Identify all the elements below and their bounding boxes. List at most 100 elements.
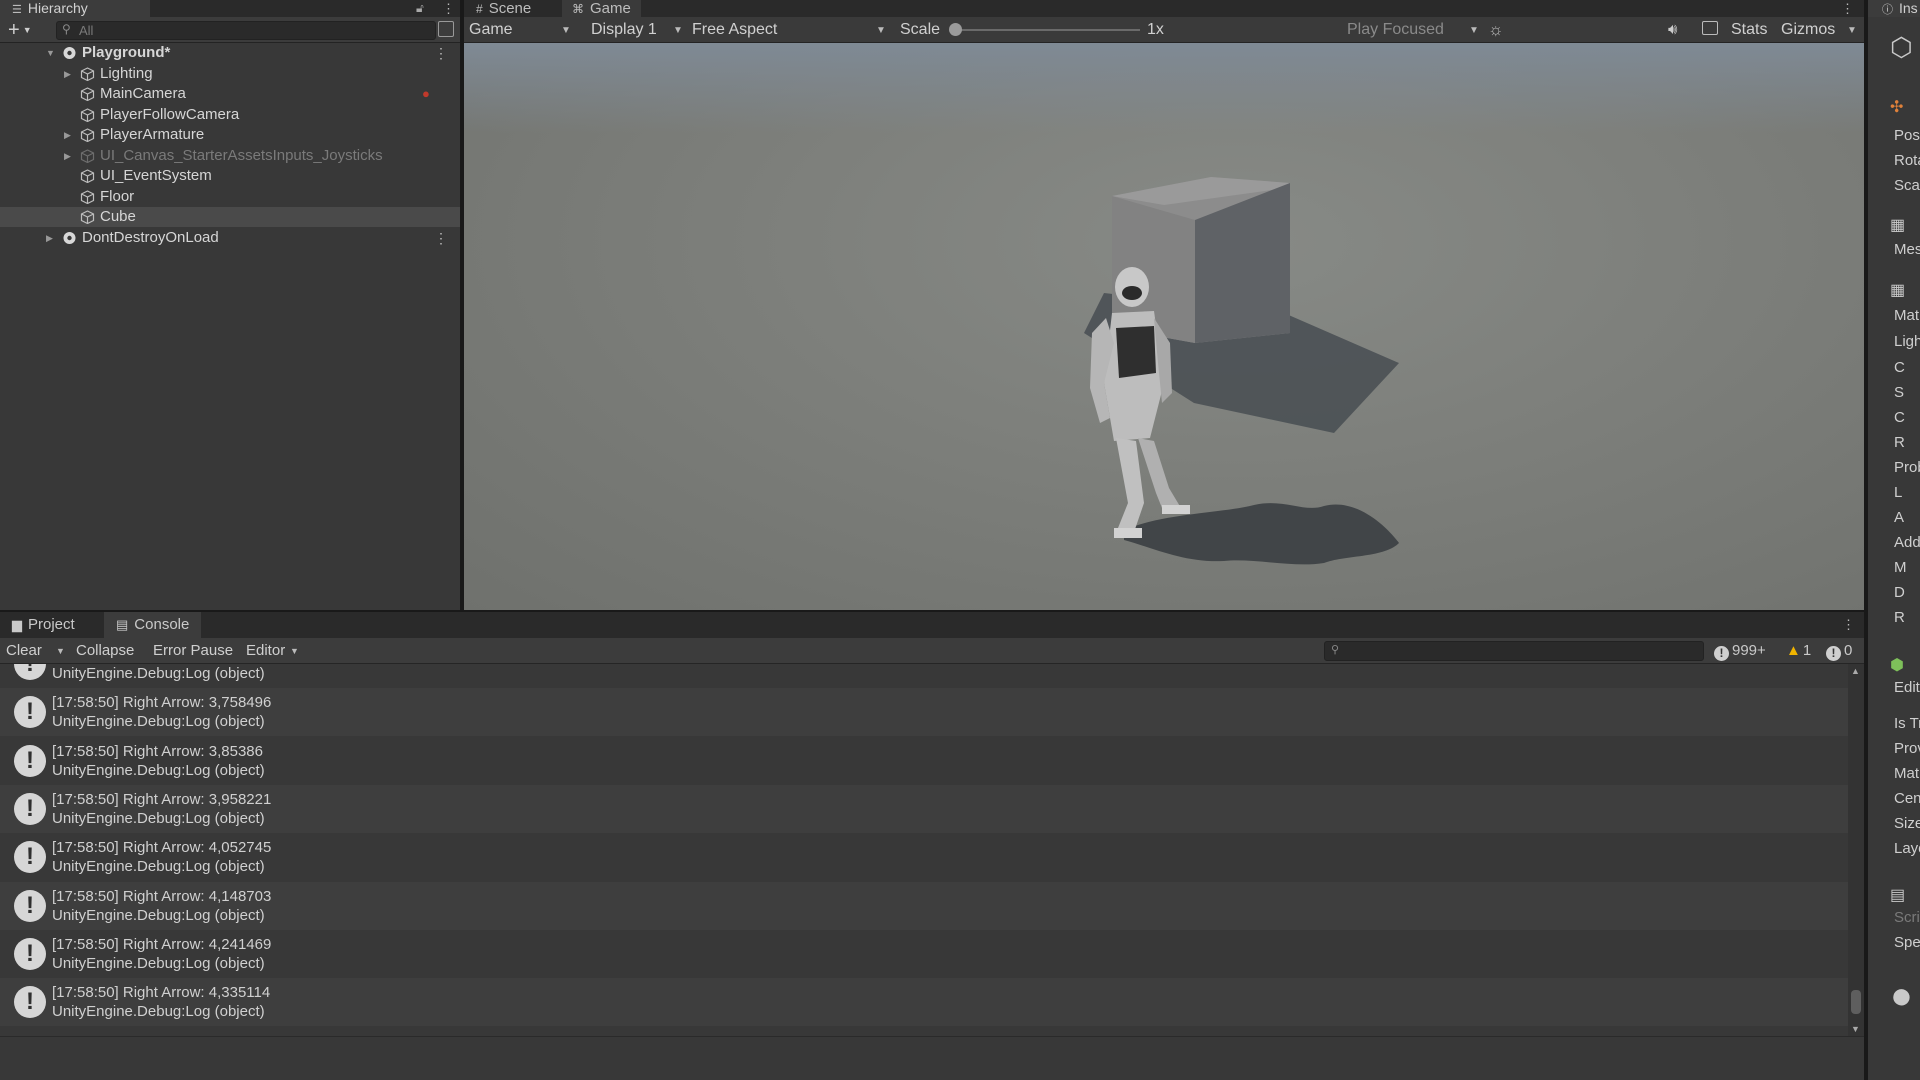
hierarchy-item-label: PlayerArmature (100, 126, 205, 143)
inspector-field-label: M (1894, 559, 1907, 576)
tab-inspector[interactable]: ⓘ Ins (1868, 0, 1920, 17)
inspector-field-label: Posi (1894, 127, 1920, 144)
stats-button[interactable]: Stats (1731, 19, 1767, 41)
console-log-entry[interactable]: ! [17:58:50] Right Arrow: 4,148703 UnityEn… (0, 881, 1848, 930)
play-mode-dropdown[interactable]: Play Focused ▼ (1347, 19, 1479, 41)
speaker-icon[interactable]: 🔊︎ (1668, 21, 1677, 38)
log-message: [17:58:50] Right Arrow: 3,85386 (52, 742, 263, 760)
console-log-entry[interactable]: ! [17:58:50] Right Arrow: 3,958221 UnityEn… (0, 784, 1848, 833)
hierarchy-item[interactable]: ▼ Playground* ⋮ (0, 43, 460, 63)
inspector-field-label: Is Tr (1894, 715, 1920, 732)
clear-button[interactable]: Clear ▼ (6, 638, 68, 664)
scene-menu-button[interactable]: ⋮ (434, 43, 448, 63)
gameobject-icon (80, 189, 95, 204)
hierarchy-item[interactable]: MainCamera ● (0, 84, 460, 104)
scale-slider-handle[interactable] (949, 23, 962, 36)
tab-project[interactable]: ▆ Project (0, 612, 87, 638)
hierarchy-item-label: UI_EventSystem (100, 167, 212, 184)
chevron-down-icon: ▼ (56, 646, 65, 656)
inspector-field-label: C (1894, 359, 1905, 376)
inspector-field-label: Size (1894, 815, 1920, 832)
gizmos-label: Gizmos (1781, 21, 1836, 38)
hierarchy-tab-label: Hierarchy (27, 0, 88, 16)
console-search-input[interactable]: ⚲ (1324, 641, 1704, 661)
console-scrollbar[interactable]: ▲ ▼ (1848, 664, 1864, 1036)
console-log-entry[interactable]: ! [17:58:50] Right Arrow: 3,758496 UnityEn… (0, 688, 1848, 737)
scroll-down-icon: ▼ (1851, 1024, 1860, 1034)
tab-hierarchy[interactable]: ☰ Hierarchy (0, 0, 150, 17)
log-message: [17:58:50] Right Arrow: 4,148703 (52, 887, 272, 905)
hierarchy-item[interactable]: ▶ PlayerArmature (0, 125, 460, 145)
console-log-entry[interactable]: ! [17:58:50] Right Arrow: 3,85386 UnityEng… (0, 737, 1848, 785)
info-message-icon: ! (14, 696, 46, 729)
info-icon: ⓘ (1882, 4, 1893, 16)
inspector-field-label: C (1894, 409, 1905, 426)
aspect-dropdown[interactable]: Free Aspect ▼ (692, 19, 888, 41)
collapse-arrow-icon[interactable]: ▶ (64, 125, 71, 145)
log-count-toggle[interactable]: ! 999+ (1714, 638, 1766, 664)
status-bar (0, 1036, 1864, 1080)
hierarchy-search-input[interactable]: All (56, 21, 436, 40)
game-mode-dropdown[interactable]: Game ▼ (469, 19, 573, 41)
console-menu-button[interactable]: ⋮ (1842, 614, 1855, 636)
tab-game[interactable]: ⌘ Game (562, 0, 641, 17)
collapse-arrow-icon[interactable]: ▶ (46, 228, 53, 248)
console-scrollbar-thumb[interactable] (1851, 990, 1861, 1014)
error-count-toggle[interactable]: ! 0 (1826, 638, 1852, 664)
collapse-button[interactable]: Collapse (76, 638, 134, 664)
log-stack-trace: UnityEngine.Debug:Log (object) (52, 665, 265, 682)
info-message-icon: ! (14, 937, 46, 970)
bottom-tab-bar (0, 612, 1864, 638)
info-message-icon: ! (14, 889, 46, 922)
hierarchy-item[interactable]: ▶ Lighting (0, 64, 460, 84)
inspector-field-label: D (1894, 584, 1905, 601)
editor-dropdown[interactable]: Editor ▼ (246, 638, 304, 664)
hierarchy-item[interactable]: PlayerFollowCamera (0, 105, 460, 125)
log-stack-trace: UnityEngine.Debug:Log (object) (52, 1003, 265, 1021)
collapse-arrow-icon[interactable]: ▶ (64, 146, 71, 166)
hierarchy-item-label: MainCamera (100, 85, 186, 102)
expand-arrow-icon[interactable]: ▼ (46, 43, 55, 63)
display-dropdown[interactable]: Display 1 ▼ (591, 19, 683, 41)
error-pause-button[interactable]: Error Pause (153, 638, 233, 664)
error-count: 0 (1844, 642, 1853, 659)
console-log-entry[interactable]: ![17:58:50] Right Arrow: 3,664630UnityEn… (0, 664, 1848, 688)
tab-console[interactable]: ▤ Console (104, 612, 202, 638)
box-collider-icon: ⬢ (1890, 657, 1904, 674)
game-viewport[interactable] (464, 43, 1864, 610)
tab-project-label: Project (28, 616, 75, 633)
gizmos-dropdown[interactable]: Gizmos ▼ (1781, 19, 1857, 41)
hierarchy-item[interactable]: Floor (0, 187, 460, 207)
console-log-list: ![17:58:50] Right Arrow: 3,664630UnityEn… (0, 664, 1848, 1036)
scene-menu-button[interactable]: ⋮ (434, 228, 448, 248)
add-object-button[interactable]: + ▼ (8, 20, 32, 40)
log-message: [17:58:50] Right Arrow: 4,241469 (52, 935, 272, 953)
hierarchy-item[interactable]: UI_EventSystem (0, 166, 460, 186)
lock-icon[interactable]: 🔓︎ (416, 0, 424, 17)
hierarchy-menu-button[interactable]: ⋮ (442, 0, 455, 17)
tab-scene[interactable]: # Scene (466, 0, 541, 17)
inspector-field-label: Sca (1894, 177, 1920, 194)
scroll-up-icon: ▲ (1851, 666, 1860, 676)
collapse-arrow-icon[interactable]: ▶ (64, 64, 71, 84)
game-mode-label: Game (469, 21, 513, 38)
warning-count-toggle[interactable]: ▲ 1 (1786, 638, 1811, 664)
console-log-entry[interactable]: ! [17:58:50] Right Arrow: 4,335114 UnityEn… (0, 978, 1848, 1027)
hierarchy-item-label: Cube (100, 208, 136, 225)
search-icon: ⚲ (1331, 644, 1340, 656)
log-message: [17:58:50] Right Arrow: 3,958221 (52, 790, 272, 808)
warning-icon: ▲ (1786, 642, 1801, 659)
console-icon: ▤ (116, 617, 129, 632)
console-log-entry[interactable]: ! [17:58:50] Right Arrow: 4,052745 UnityEn… (0, 833, 1848, 881)
hierarchy-item[interactable]: ▶ DontDestroyOnLoad ⋮ (0, 228, 460, 248)
hierarchy-item[interactable]: Cube (0, 207, 460, 227)
bug-icon[interactable]: ☼ (1488, 20, 1504, 40)
frame-debug-icon[interactable] (1702, 21, 1718, 35)
inspector-field-label: Prov (1894, 740, 1920, 757)
console-log-entry[interactable]: ! [17:58:50] Right Arrow: 4,241469 UnityEn… (0, 930, 1848, 978)
gameobject-icon (80, 210, 95, 224)
hierarchy-item[interactable]: ▶ UI_Canvas_StarterAssetsInputs_Joysticks (0, 146, 460, 166)
view-menu-button[interactable]: ⋮ (1841, 0, 1854, 17)
scene-visibility-button[interactable] (438, 21, 454, 37)
scale-slider-track[interactable] (958, 29, 1140, 31)
